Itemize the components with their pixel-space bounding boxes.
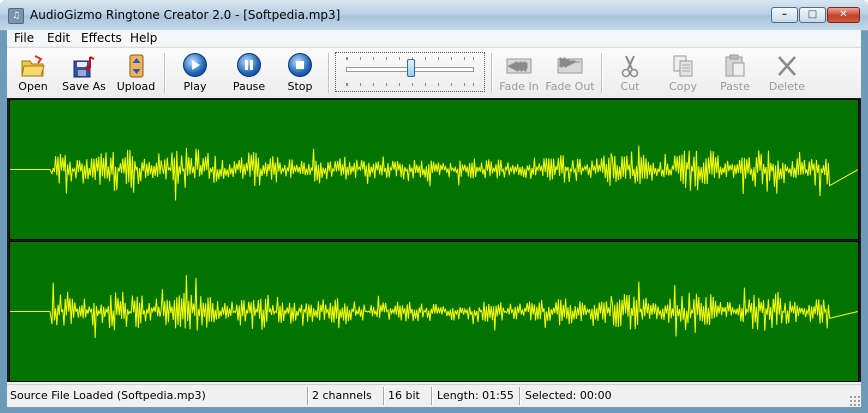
- status-length: Length: 01:55: [437, 389, 514, 402]
- save-as-button[interactable]: Save As: [59, 51, 109, 95]
- toolbar: Open Save As Upload Play Pause Stop Fade…: [7, 47, 861, 99]
- pause-button[interactable]: Pause: [229, 51, 269, 95]
- volume-slider[interactable]: [335, 52, 485, 92]
- play-button[interactable]: Play: [175, 51, 215, 95]
- status-divider: [519, 387, 521, 405]
- status-bar: Source File Loaded (Softpedia.mp3) 2 cha…: [7, 384, 861, 407]
- waveform-left-graph: [10, 145, 858, 201]
- delete-x-icon: [774, 53, 800, 79]
- status-selected: Selected: 00:00: [525, 389, 612, 402]
- paste-button[interactable]: Paste: [713, 51, 757, 95]
- toolbar-separator: [601, 53, 603, 93]
- open-button[interactable]: Open: [13, 51, 53, 95]
- status-divider: [431, 387, 433, 405]
- status-divider: [383, 387, 385, 405]
- toolbar-separator: [164, 53, 166, 93]
- paste-label: Paste: [720, 80, 750, 93]
- save-as-icon: [71, 53, 97, 79]
- status-message: Source File Loaded (Softpedia.mp3): [10, 389, 206, 402]
- music-note-icon[interactable]: ♫: [8, 8, 24, 24]
- client-area: File Edit Effects Help Open Save As Uplo…: [7, 30, 861, 407]
- play-label: Play: [183, 80, 207, 93]
- close-icon: ✕: [839, 9, 848, 20]
- fade-out-icon: [557, 53, 583, 79]
- save-as-label: Save As: [62, 80, 106, 93]
- copy-label: Copy: [669, 80, 697, 93]
- fade-out-button[interactable]: Fade Out: [545, 51, 595, 95]
- fade-out-label: Fade Out: [545, 80, 595, 93]
- open-label: Open: [18, 80, 48, 93]
- resize-grip[interactable]: [849, 395, 860, 406]
- delete-button[interactable]: Delete: [765, 51, 809, 95]
- maximize-button[interactable]: □: [799, 7, 826, 23]
- pause-icon: [236, 53, 262, 79]
- menu-help[interactable]: Help: [130, 31, 157, 45]
- waveform-view[interactable]: [7, 98, 861, 382]
- minimize-button[interactable]: –: [771, 7, 798, 23]
- title-bar[interactable]: ♫ AudioGizmo Ringtone Creator 2.0 - [Sof…: [0, 0, 868, 31]
- stop-button[interactable]: Stop: [281, 51, 319, 95]
- fade-in-label: Fade In: [499, 80, 539, 93]
- stop-label: Stop: [287, 80, 313, 93]
- window-title: AudioGizmo Ringtone Creator 2.0 - [Softp…: [30, 8, 341, 22]
- maximize-icon: □: [807, 9, 818, 20]
- upload-button[interactable]: Upload: [115, 51, 157, 95]
- status-bits: 16 bit: [388, 389, 420, 402]
- open-folder-icon: [20, 53, 46, 79]
- waveform-line: [10, 275, 858, 339]
- upload-label: Upload: [116, 80, 156, 93]
- cut-label: Cut: [620, 80, 640, 93]
- toolbar-separator: [328, 53, 330, 93]
- menu-bar: File Edit Effects Help: [7, 30, 861, 46]
- copy-button[interactable]: Copy: [663, 51, 703, 95]
- toolbar-separator: [491, 53, 493, 93]
- fade-in-button[interactable]: Fade In: [497, 51, 541, 95]
- copy-icon: [670, 53, 696, 79]
- stop-icon: [287, 53, 313, 79]
- menu-file[interactable]: File: [14, 31, 34, 45]
- close-button[interactable]: ✕: [827, 7, 860, 23]
- menu-effects[interactable]: Effects: [81, 31, 122, 45]
- delete-label: Delete: [768, 80, 806, 93]
- play-icon: [182, 53, 208, 79]
- waveform-channel-right[interactable]: [9, 241, 859, 382]
- waveform-right-graph: [10, 275, 858, 339]
- upload-icon: [123, 53, 149, 79]
- fade-in-icon: [506, 53, 532, 79]
- minimize-icon: –: [782, 9, 787, 20]
- cut-button[interactable]: Cut: [611, 51, 649, 95]
- status-channels: 2 channels: [312, 389, 372, 402]
- paste-icon: [722, 53, 748, 79]
- status-divider: [307, 387, 309, 405]
- waveform-line: [10, 145, 858, 201]
- scissors-icon: [617, 53, 643, 79]
- menu-edit[interactable]: Edit: [47, 31, 70, 45]
- app-window: ♫ AudioGizmo Ringtone Creator 2.0 - [Sof…: [0, 0, 868, 413]
- waveform-channel-left[interactable]: [9, 99, 859, 240]
- pause-label: Pause: [232, 80, 266, 93]
- slider-ticks-bottom: [346, 83, 474, 86]
- slider-thumb[interactable]: [407, 59, 415, 77]
